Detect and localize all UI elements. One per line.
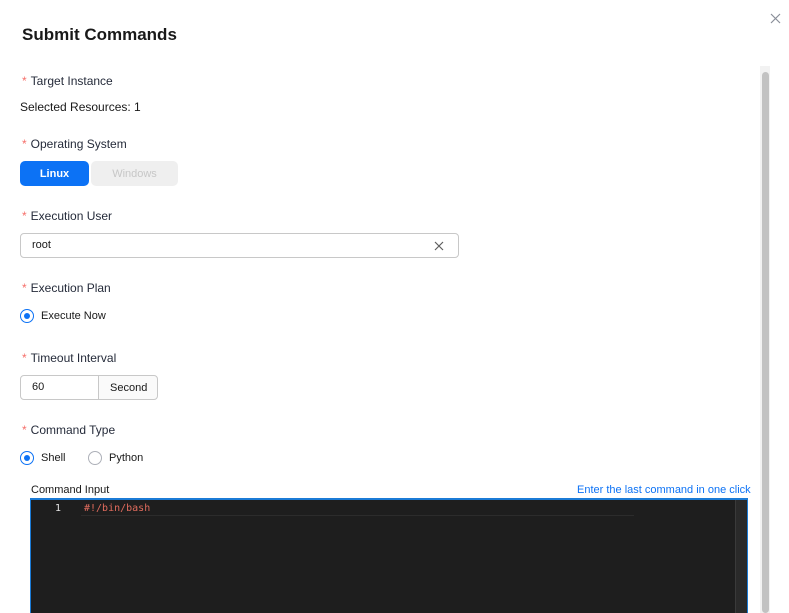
dialog-title: Submit Commands xyxy=(22,25,177,44)
clear-input-button[interactable] xyxy=(433,239,445,251)
execution-user-label: * Execution User xyxy=(22,209,112,223)
selected-resources-text: Selected Resources: 1 xyxy=(20,100,141,114)
required-mark: * xyxy=(22,351,27,365)
execute-now-radio[interactable] xyxy=(20,309,34,323)
shell-label[interactable]: Shell xyxy=(41,452,65,464)
os-option-windows: Windows xyxy=(91,161,178,186)
shell-radio[interactable] xyxy=(20,451,34,465)
required-mark: * xyxy=(22,74,27,88)
required-mark: * xyxy=(22,423,27,437)
line-number: 1 xyxy=(55,503,62,514)
scrollbar-thumb[interactable] xyxy=(762,72,769,613)
os-option-linux[interactable]: Linux xyxy=(20,161,89,186)
timeout-unit-text: Second xyxy=(110,382,148,394)
label-text: Operating System xyxy=(30,137,127,151)
python-radio[interactable] xyxy=(88,451,102,465)
execution-plan-label: * Execution Plan xyxy=(22,281,111,295)
command-type-label: * Command Type xyxy=(22,423,115,437)
command-editor[interactable]: 1 #!/bin/bash xyxy=(30,498,748,613)
current-line-highlight xyxy=(81,501,634,516)
close-dialog-button[interactable] xyxy=(768,11,784,27)
enter-last-command-link[interactable]: Enter the last command in one click xyxy=(577,484,751,496)
clear-icon xyxy=(434,241,444,251)
operating-system-label: * Operating System xyxy=(22,137,127,151)
execution-user-value: root xyxy=(32,239,51,251)
label-text: Command Type xyxy=(30,423,116,437)
target-instance-label: * Target Instance xyxy=(22,74,113,88)
editor-scrollbar[interactable] xyxy=(735,500,747,613)
python-label[interactable]: Python xyxy=(109,452,143,464)
close-icon xyxy=(770,13,781,24)
execution-user-input[interactable] xyxy=(20,233,459,258)
code-line[interactable]: #!/bin/bash xyxy=(84,503,150,514)
label-text: Execution Plan xyxy=(30,281,111,295)
timeout-value: 60 xyxy=(32,381,45,393)
execute-now-label[interactable]: Execute Now xyxy=(41,310,106,322)
required-mark: * xyxy=(22,281,27,295)
timeout-interval-label: * Timeout Interval xyxy=(22,351,116,365)
label-text: Target Instance xyxy=(30,74,113,88)
required-mark: * xyxy=(22,209,27,223)
required-mark: * xyxy=(22,137,27,151)
label-text: Execution User xyxy=(30,209,113,223)
label-text: Timeout Interval xyxy=(30,351,117,365)
command-input-label: Command Input xyxy=(31,484,110,496)
